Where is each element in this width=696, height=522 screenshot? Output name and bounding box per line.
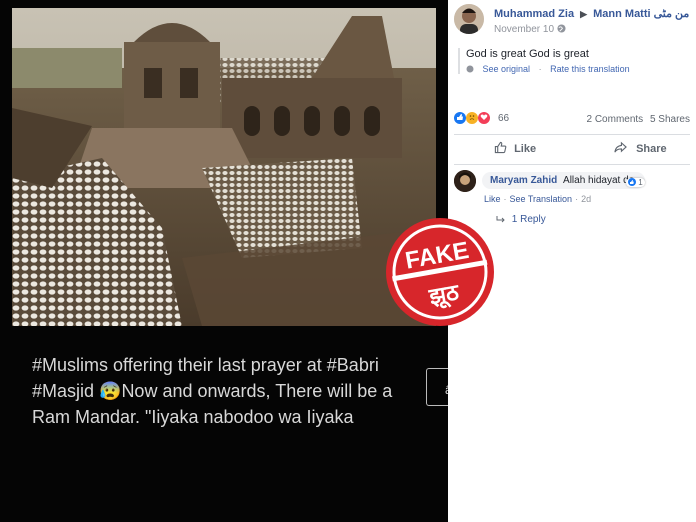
fake-stamp: FAKE झूठ — [384, 216, 496, 328]
comment-like-link[interactable]: Like — [484, 194, 501, 204]
comment-reaction-count: 1 — [638, 178, 643, 187]
comment-bubble: Maryam Zahid Allah hidayat de. — [482, 172, 645, 189]
post-title: Muhammad Zia ▶ Mann Matti من مٹی — [494, 7, 689, 20]
author-name[interactable]: Muhammad Zia — [494, 8, 574, 20]
reaction-count[interactable]: 66 — [498, 113, 509, 124]
thumbs-up-icon — [494, 141, 510, 155]
see-original-link[interactable]: See original — [483, 64, 531, 74]
separator: · — [503, 194, 507, 204]
post-meta: November 10 — [494, 24, 566, 35]
post-header: Muhammad Zia ▶ Mann Matti من مٹی Novembe… — [454, 4, 694, 38]
like-icon[interactable] — [454, 112, 466, 124]
comment-avatar-image — [454, 170, 476, 192]
post-image-panel: #Muslims offering their last prayer at #… — [0, 0, 454, 522]
replies-label: 1 Reply — [511, 214, 546, 225]
reactions-bar: 66 2 Comments 5 Shares — [454, 112, 692, 128]
comments-count[interactable]: 2 Comments — [587, 114, 644, 125]
engagement-counts: 2 Comments 5 Shares — [587, 114, 691, 125]
caption-line: #Masjid 😰Now and onwards, There will be … — [32, 381, 393, 401]
divider — [454, 134, 690, 135]
comment-author[interactable]: Maryam Zahid — [490, 175, 557, 186]
like-button[interactable]: Like — [494, 141, 536, 155]
divider — [454, 164, 690, 165]
sad-icon[interactable] — [465, 112, 478, 124]
post-body: God is great God is great See original ·… — [458, 48, 696, 74]
separator: · — [575, 194, 579, 204]
action-bar: Like Share — [454, 138, 690, 160]
translation-links: See original · Rate this translation — [466, 64, 696, 74]
post-date[interactable]: November 10 — [494, 24, 554, 35]
love-icon[interactable] — [477, 112, 490, 124]
group-name[interactable]: Mann Matti من مٹی — [593, 8, 689, 20]
globe-icon — [557, 24, 566, 35]
see-translation-link[interactable]: See Translation — [510, 194, 573, 204]
caption-line: Ram Mandar. "Iiyaka nabodoo wa Iiyaka — [32, 407, 354, 427]
comment-reaction[interactable]: 1 — [626, 178, 645, 187]
image-caption: #Muslims offering their last prayer at #… — [32, 352, 412, 430]
shares-count[interactable]: 5 Shares — [650, 114, 690, 125]
caption-line: #Muslims offering their last prayer at #… — [32, 355, 379, 375]
like-label: Like — [514, 143, 537, 155]
comment-actions: Like · See Translation · 2d — [484, 194, 591, 204]
replies-link[interactable]: 1 Reply — [496, 214, 546, 225]
avatar[interactable] — [454, 4, 484, 34]
post-text: God is great God is great — [466, 48, 589, 60]
post-photo[interactable] — [12, 8, 436, 326]
avatar-image — [454, 4, 484, 34]
separator: · — [538, 64, 542, 74]
share-button[interactable]: Share — [614, 141, 667, 155]
comment-time[interactable]: 2d — [581, 194, 591, 204]
rate-translation-link[interactable]: Rate this translation — [550, 64, 630, 74]
comment-avatar[interactable] — [454, 170, 476, 192]
like-icon — [628, 178, 638, 187]
share-label: Share — [636, 143, 667, 155]
arrow-right-icon: ▶ — [580, 9, 588, 19]
mosque-prayer-photo — [12, 8, 436, 326]
share-icon — [614, 141, 630, 155]
reply-arrow-icon — [496, 214, 509, 225]
translate-icon — [466, 64, 477, 74]
